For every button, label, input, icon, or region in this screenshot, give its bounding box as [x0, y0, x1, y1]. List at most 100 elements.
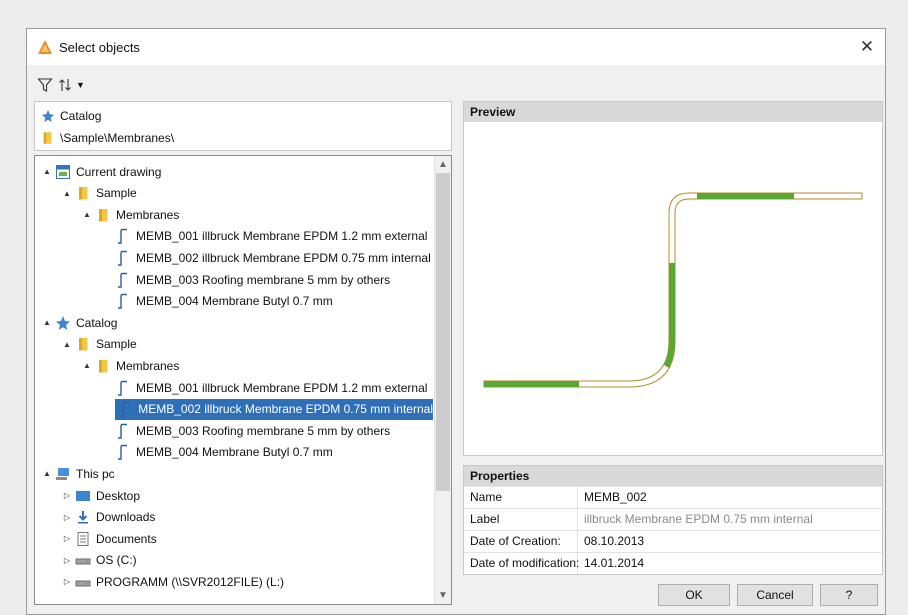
tree-item-label: Desktop [96, 488, 141, 503]
tree-item[interactable]: ▷ Desktop [59, 485, 140, 506]
tree-item[interactable]: MEMB_003 Roofing membrane 5 mm by others [99, 269, 390, 290]
tree-item[interactable]: MEMB_003 Roofing membrane 5 mm by others [99, 420, 390, 441]
tree-scrollbar[interactable]: ▲ ▼ [434, 156, 451, 604]
properties-panel: Properties Name MEMB_002 Label illbruck Mem… [463, 465, 883, 575]
star-icon [41, 109, 55, 123]
sort-button[interactable]: ▼ [57, 77, 85, 93]
property-name: Date of modification: [470, 556, 580, 570]
title-bar: Select objects ✕ [27, 29, 885, 65]
tree-item[interactable]: MEMB_001 illbruck Membrane EPDM 1.2 mm e… [99, 377, 427, 398]
tree-item[interactable]: ▲ Current drawing [39, 161, 161, 182]
download-icon [75, 509, 91, 525]
tree-item[interactable]: MEMB_001 illbruck Membrane EPDM 1.2 mm e… [99, 226, 427, 247]
documents-icon [75, 531, 91, 547]
tree-item[interactable]: ▲ Membranes [79, 355, 179, 376]
preview-panel: Preview [463, 101, 883, 456]
membrane-strip-vertical [669, 263, 675, 341]
sort-icon [59, 79, 71, 91]
tree-item[interactable]: ▲ Catalog [39, 312, 117, 333]
property-value: 14.01.2014 [584, 556, 645, 570]
tree-item-label: PROGRAMM (\\SVR2012FILE) (L:) [96, 574, 285, 589]
tree-item-label: MEMB_002 illbruck Membrane EPDM 0.75 mm … [138, 402, 433, 417]
tree-item[interactable]: ▷ PROGRAMM (\\SVR2012FILE) (L:) [59, 571, 284, 592]
chevron-down-icon: ▼ [76, 80, 85, 90]
tree-item-label: OS (C:) [96, 553, 137, 568]
expand-toggle-icon[interactable]: ▲ [79, 361, 95, 370]
tree-item-label: Current drawing [76, 164, 162, 179]
tree-item[interactable]: ▲ This pc [39, 463, 115, 484]
ok-button[interactable]: OK [658, 584, 730, 606]
tree-item[interactable]: ▷ Downloads [59, 507, 155, 528]
tree-item-label: MEMB_003 Roofing membrane 5 mm by others [136, 423, 391, 438]
star-icon [55, 315, 71, 331]
scroll-up-icon[interactable]: ▲ [435, 156, 451, 173]
tree-item-label: Sample [96, 186, 137, 201]
expand-toggle-icon[interactable]: ▲ [59, 189, 75, 198]
expand-toggle-icon[interactable]: ▷ [59, 577, 75, 586]
tree-item[interactable]: MEMB_004 Membrane Butyl 0.7 mm [99, 291, 333, 312]
folder-icon [95, 358, 111, 374]
preview-header: Preview [464, 102, 882, 122]
expand-toggle-icon[interactable]: ▲ [39, 167, 55, 176]
object-tree[interactable]: ▲ Current drawing ▲ Sample ▲ Membranes MEMB_00… [34, 155, 452, 605]
property-value: MEMB_002 [584, 490, 647, 504]
select-objects-dialog: Select objects ✕ ▼ Catalog \Sample\Membr… [26, 28, 886, 615]
cancel-button[interactable]: Cancel [737, 584, 813, 606]
expand-toggle-icon[interactable]: ▷ [59, 556, 75, 565]
catalog-path-box: Catalog \Sample\Membranes\ [34, 101, 452, 151]
pc-icon [55, 466, 71, 482]
tree-item-label: Membranes [116, 358, 180, 373]
drive-icon [75, 574, 91, 590]
property-name: Name [470, 490, 503, 504]
scroll-down-icon[interactable]: ▼ [435, 587, 451, 604]
path-folder[interactable]: \Sample\Membranes\ [41, 129, 174, 147]
tree-item-label: MEMB_004 Membrane Butyl 0.7 mm [136, 294, 333, 309]
drive-icon [75, 552, 91, 568]
property-value: illbruck Membrane EPDM 0.75 mm internal [584, 512, 813, 526]
expand-toggle-icon[interactable]: ▷ [59, 513, 75, 522]
dialog-title: Select objects [59, 40, 140, 55]
membrane-icon [115, 293, 131, 309]
membrane-icon [115, 423, 131, 439]
expand-toggle-icon[interactable]: ▲ [79, 210, 95, 219]
membrane-strip-top [697, 193, 794, 199]
tree-item-label: Membranes [116, 207, 180, 222]
property-row: Label illbruck Membrane EPDM 0.75 mm inte… [464, 508, 882, 529]
path-root[interactable]: Catalog [41, 107, 101, 125]
tree-item[interactable]: MEMB_002 illbruck Membrane EPDM 0.75 mm … [99, 247, 431, 268]
tree-item[interactable]: ▲ Sample [59, 183, 137, 204]
expand-toggle-icon[interactable]: ▷ [59, 491, 75, 500]
property-value: 08.10.2013 [584, 534, 645, 548]
expand-toggle-icon[interactable]: ▲ [59, 340, 75, 349]
tree-item[interactable]: MEMB_004 Membrane Butyl 0.7 mm [99, 442, 333, 463]
help-button[interactable]: ? [820, 584, 878, 606]
tree-item[interactable]: ▷ OS (C:) [59, 550, 137, 571]
tree-item-label: Documents [96, 531, 157, 546]
membrane-icon [115, 380, 131, 396]
membrane-strip-bend [664, 341, 675, 368]
folder-icon [75, 336, 91, 352]
folder-icon [95, 207, 111, 223]
tree-item-label: Downloads [96, 510, 156, 525]
expand-toggle-icon[interactable]: ▲ [39, 469, 55, 478]
tree-item-label: MEMB_001 illbruck Membrane EPDM 1.2 mm e… [136, 380, 428, 395]
path-folder-label: \Sample\Membranes\ [60, 131, 175, 145]
close-button[interactable]: ✕ [849, 29, 885, 65]
expand-toggle-icon[interactable]: ▲ [39, 318, 55, 327]
tree-item[interactable]: ▷ Documents [59, 528, 157, 549]
toolbar: ▼ [37, 73, 85, 97]
property-name: Date of Creation: [470, 534, 561, 548]
app-logo-icon [38, 40, 52, 54]
tree-item[interactable]: ▲ Sample [59, 334, 137, 355]
tree-item[interactable]: MEMB_002 illbruck Membrane EPDM 0.75 mm … [115, 398, 433, 420]
property-row: Name MEMB_002 [464, 486, 882, 507]
close-icon: ✕ [859, 37, 875, 56]
folder-icon [43, 132, 52, 144]
scrollbar-thumb[interactable] [436, 173, 450, 491]
path-root-label: Catalog [60, 109, 102, 123]
filter-button[interactable] [37, 77, 53, 93]
membrane-strip-bottom [484, 381, 579, 387]
expand-toggle-icon[interactable]: ▷ [59, 534, 75, 543]
folder-icon [75, 185, 91, 201]
tree-item[interactable]: ▲ Membranes [79, 204, 179, 225]
